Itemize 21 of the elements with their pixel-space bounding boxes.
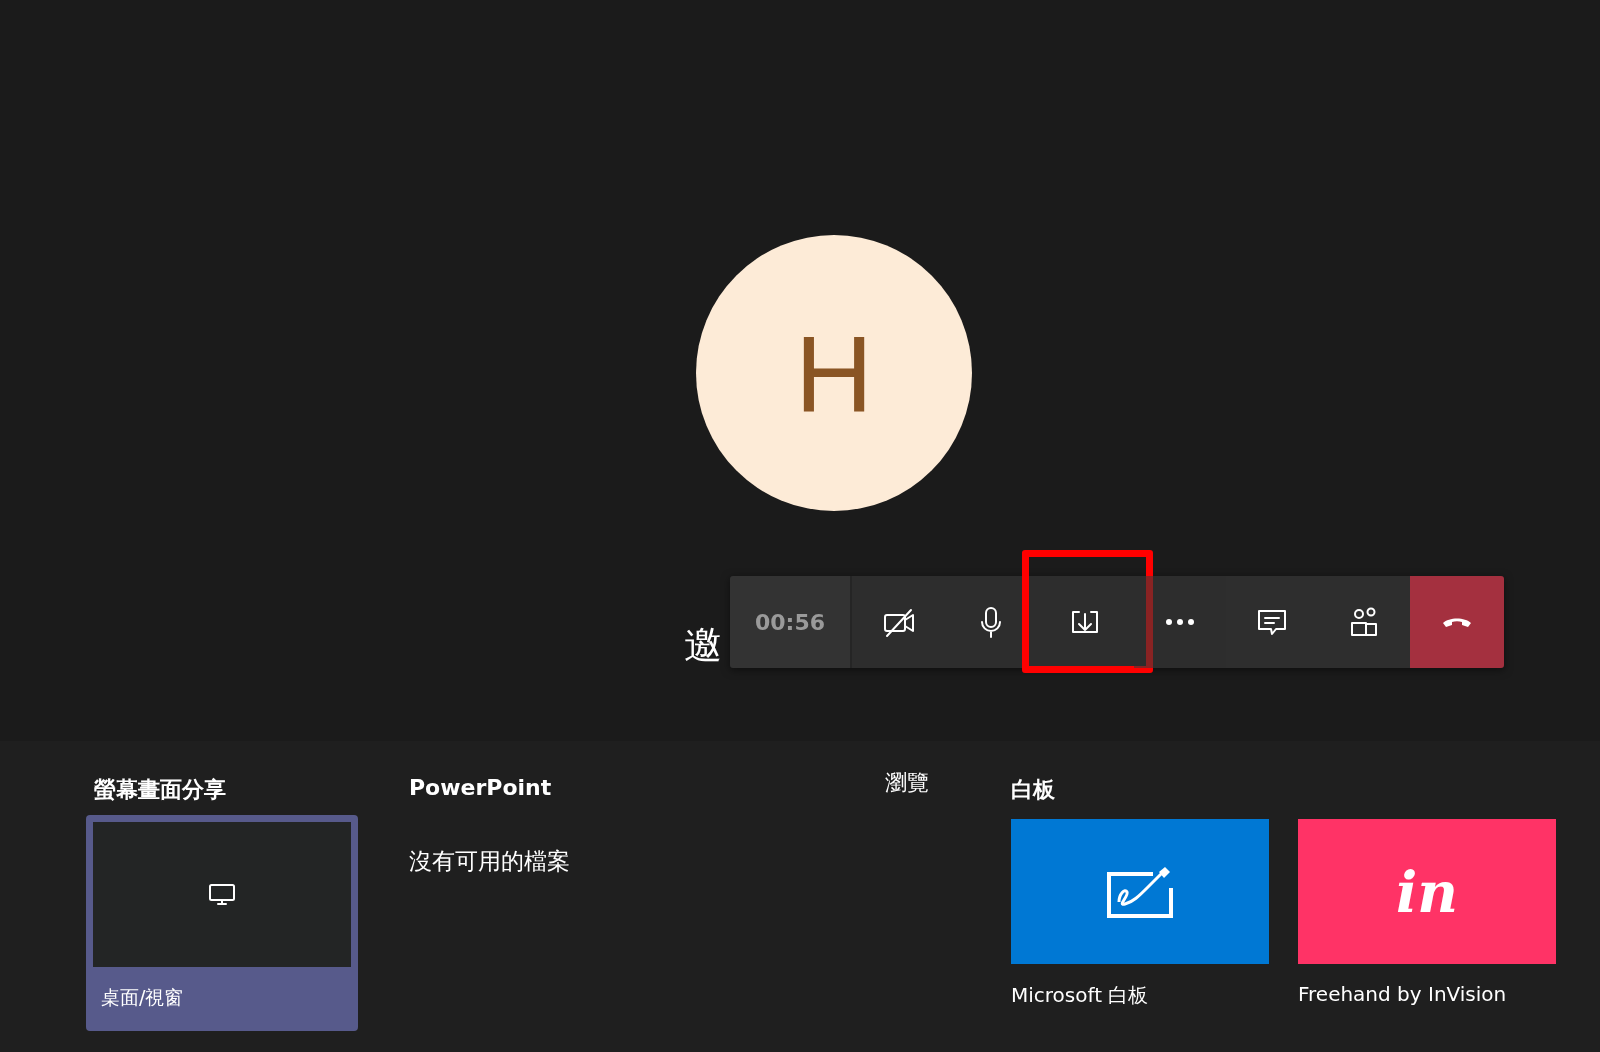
phone-icon <box>1442 616 1472 628</box>
browse-button[interactable]: 瀏覽 <box>885 767 929 799</box>
section-heading: PowerPoint <box>409 774 552 802</box>
app-tile[interactable]: in <box>1298 819 1556 964</box>
app-label: Microsoft 白板 <box>1011 982 1150 1009</box>
more-icon <box>1165 618 1195 626</box>
desktop-window-card[interactable]: 桌面/視窗 <box>86 815 358 1031</box>
section-heading: 螢幕畫面分享 <box>93 776 227 804</box>
card-label: 桌面/視窗 <box>100 985 185 1010</box>
empty-message: 沒有可用的檔案 <box>409 847 571 876</box>
call-timer: 00:56 <box>730 576 852 668</box>
invite-text: 邀 <box>684 622 722 669</box>
app-tile[interactable] <box>1011 819 1269 964</box>
invision-logo: in <box>1396 863 1458 920</box>
participants-button[interactable] <box>1318 576 1410 668</box>
whiteboard-pen-icon <box>1107 865 1173 918</box>
app-label: Freehand by InVision <box>1298 982 1508 1006</box>
video-off-button[interactable] <box>852 576 945 668</box>
monitor-icon <box>208 882 236 907</box>
avatar: H <box>696 235 972 511</box>
section-heading: 白板 <box>1011 776 1056 804</box>
